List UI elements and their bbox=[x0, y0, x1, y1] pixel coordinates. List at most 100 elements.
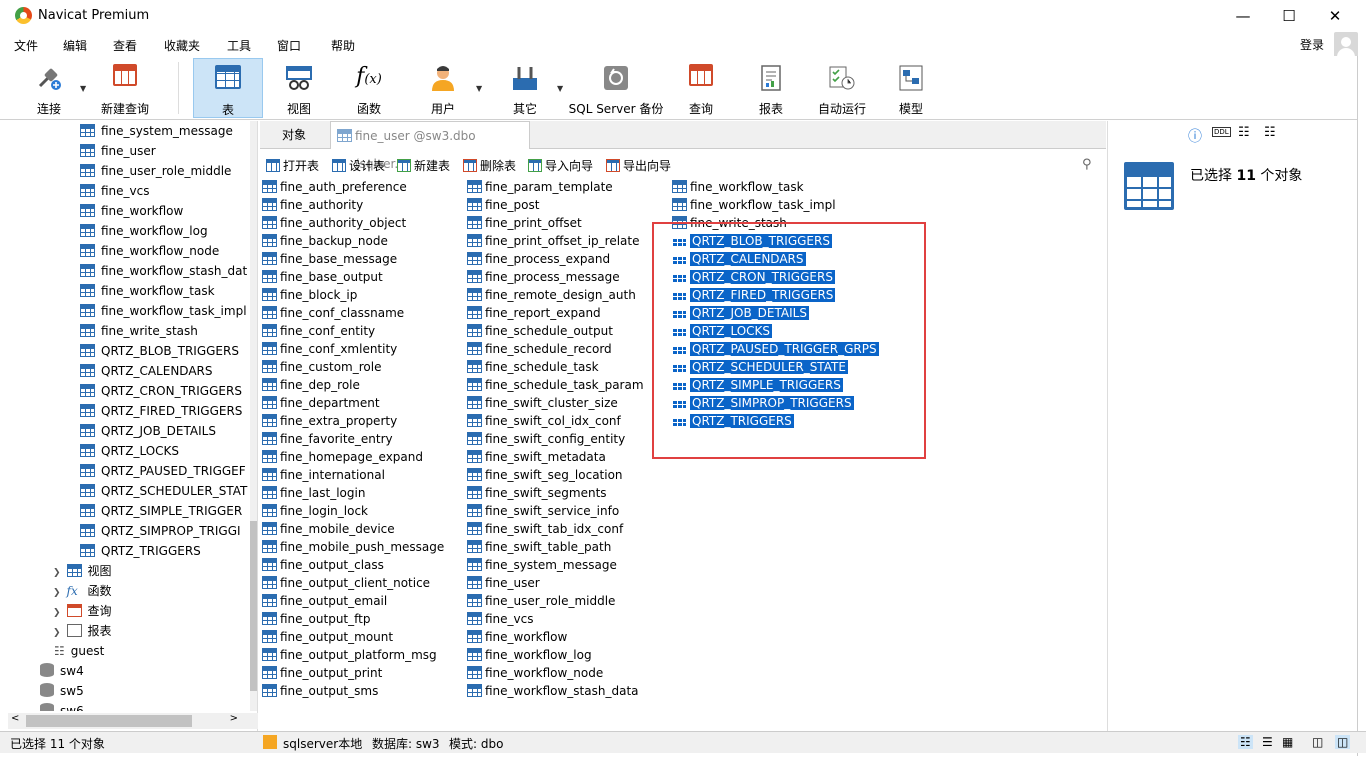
menu-window[interactable]: 窗口 bbox=[277, 37, 301, 54]
sql-server-backup-button[interactable]: SQL Server 备份 bbox=[568, 58, 664, 118]
table-item[interactable]: fine_param_template bbox=[467, 178, 613, 196]
table-item[interactable]: fine_swift_tab_idx_conf bbox=[467, 520, 623, 538]
tab-objects[interactable]: 对象 bbox=[270, 121, 318, 149]
table-item[interactable]: fine_authority bbox=[262, 196, 363, 214]
table-item[interactable]: fine_swift_table_path bbox=[467, 538, 611, 556]
table-item[interactable]: fine_system_message bbox=[467, 556, 617, 574]
tree-table-item[interactable]: fine_workflow_task_impl bbox=[80, 301, 247, 321]
table-item[interactable]: fine_output_sms bbox=[262, 682, 378, 700]
table-item[interactable]: fine_mobile_push_message bbox=[262, 538, 444, 556]
tree-db-sw4[interactable]: sw4 bbox=[40, 661, 84, 681]
table-item[interactable]: fine_conf_classname bbox=[262, 304, 404, 322]
chevron-right-icon[interactable]: ❯ bbox=[53, 588, 61, 598]
table-item[interactable]: fine_schedule_task_param bbox=[467, 376, 644, 394]
table-item[interactable]: fine_workflow_task bbox=[672, 178, 804, 196]
tree-table-item[interactable]: fine_vcs bbox=[80, 181, 150, 201]
scrollbar-thumb[interactable] bbox=[250, 521, 257, 691]
table-item[interactable]: fine_remote_design_auth bbox=[467, 286, 636, 304]
table-item[interactable]: fine_authority_object bbox=[262, 214, 406, 232]
login-link[interactable]: 登录 bbox=[1300, 36, 1324, 53]
table-item[interactable]: fine_output_print bbox=[262, 664, 382, 682]
connect-button[interactable]: 连接 bbox=[20, 58, 78, 118]
tree-table-item[interactable]: QRTZ_LOCKS bbox=[80, 441, 179, 461]
table-item[interactable]: fine_post bbox=[467, 196, 539, 214]
table-item[interactable]: fine_swift_config_entity bbox=[467, 430, 625, 448]
table-item[interactable]: fine_base_output bbox=[262, 268, 383, 286]
table-item[interactable]: fine_output_class bbox=[262, 556, 384, 574]
minimize-button[interactable]: — bbox=[1220, 0, 1266, 31]
table-item[interactable]: fine_dep_role bbox=[262, 376, 360, 394]
info-icon[interactable]: ⓘ bbox=[1188, 126, 1202, 146]
hide-panel-icon[interactable]: ◫ bbox=[1312, 735, 1323, 749]
table-item[interactable]: fine_extra_property bbox=[262, 412, 397, 430]
tree-table-item[interactable]: fine_write_stash bbox=[80, 321, 198, 341]
tree-table-item[interactable]: QRTZ_CALENDARS bbox=[80, 361, 213, 381]
tree-table-item[interactable]: QRTZ_PAUSED_TRIGGEF bbox=[80, 461, 246, 481]
report-button[interactable]: 报表 bbox=[742, 58, 800, 118]
new-query-button[interactable]: 新建查询 bbox=[96, 58, 154, 118]
table-item[interactable]: fine_swift_segments bbox=[467, 484, 607, 502]
table-item[interactable]: fine_schedule_record bbox=[467, 340, 612, 358]
open-table-button[interactable]: 打开表 bbox=[266, 157, 319, 174]
other-dropdown-icon[interactable]: ▼ bbox=[557, 84, 563, 93]
tree-table-item[interactable]: QRTZ_JOB_DETAILS bbox=[80, 421, 216, 441]
tree-table-item[interactable]: QRTZ_FIRED_TRIGGERS bbox=[80, 401, 242, 421]
tree-table-item[interactable]: QRTZ_TRIGGERS bbox=[80, 541, 201, 561]
connect-dropdown-icon[interactable]: ▼ bbox=[80, 84, 86, 93]
table-item[interactable]: fine_backup_node bbox=[262, 232, 388, 250]
tree-table-item[interactable]: QRTZ_BLOB_TRIGGERS bbox=[80, 341, 239, 361]
tree-vertical-scrollbar[interactable] bbox=[250, 121, 257, 711]
tree-table-item[interactable]: fine_user_role_middle bbox=[80, 161, 231, 181]
er-diagram-icon[interactable]: ☷ bbox=[1238, 125, 1250, 140]
tab-fine-user[interactable]: fine_user @sw3.dbo (sqlser... bbox=[330, 121, 530, 171]
table-item[interactable]: fine_workflow bbox=[467, 628, 567, 646]
tree-table-item[interactable]: QRTZ_CRON_TRIGGERS bbox=[80, 381, 242, 401]
tree-table-item[interactable]: fine_user bbox=[80, 141, 156, 161]
list-view-icon[interactable]: ☷ bbox=[1238, 735, 1253, 749]
table-item[interactable]: fine_department bbox=[262, 394, 380, 412]
delete-table-button[interactable]: 删除表 bbox=[463, 157, 516, 174]
automation-button[interactable]: 自动运行 bbox=[812, 58, 872, 118]
table-item[interactable]: fine_user bbox=[467, 574, 540, 592]
table-item[interactable]: fine_international bbox=[262, 466, 385, 484]
table-item[interactable]: fine_last_login bbox=[262, 484, 365, 502]
scrollbar-thumb[interactable] bbox=[26, 715, 192, 727]
chevron-right-icon[interactable]: ❯ bbox=[53, 628, 61, 638]
table-item[interactable]: fine_conf_entity bbox=[262, 322, 375, 340]
search-icon[interactable]: ⚲ bbox=[1082, 157, 1092, 172]
table-item[interactable]: fine_swift_metadata bbox=[467, 448, 606, 466]
tree-db-sw5[interactable]: sw5 bbox=[40, 681, 84, 701]
table-item[interactable]: fine_swift_cluster_size bbox=[467, 394, 618, 412]
table-item[interactable]: fine_process_message bbox=[467, 268, 620, 286]
tree-schema-guest[interactable]: ☷ guest bbox=[54, 641, 104, 661]
tree-group-reports[interactable]: ❯ 报表 bbox=[53, 621, 112, 641]
menu-tools[interactable]: 工具 bbox=[227, 37, 251, 54]
menu-help[interactable]: 帮助 bbox=[331, 37, 355, 54]
user-button[interactable]: 用户 bbox=[414, 58, 472, 118]
tree-table-item[interactable]: fine_workflow_node bbox=[80, 241, 219, 261]
table-item[interactable]: fine_vcs bbox=[467, 610, 534, 628]
ddl-icon[interactable]: DDL bbox=[1212, 127, 1231, 137]
table-item[interactable]: fine_auth_preference bbox=[262, 178, 407, 196]
tree-table-item[interactable]: QRTZ_SIMPROP_TRIGGI bbox=[80, 521, 241, 541]
export-wizard-button[interactable]: 导出向导 bbox=[606, 157, 671, 174]
table-item[interactable]: fine_workflow_task_impl bbox=[672, 196, 836, 214]
table-item[interactable]: fine_custom_role bbox=[262, 358, 381, 376]
menu-view[interactable]: 查看 bbox=[113, 37, 137, 54]
table-item[interactable]: fine_favorite_entry bbox=[262, 430, 393, 448]
table-item[interactable]: fine_output_platform_msg bbox=[262, 646, 437, 664]
table-item[interactable]: fine_output_email bbox=[262, 592, 387, 610]
tree-table-item[interactable]: fine_workflow_stash_dat bbox=[80, 261, 247, 281]
table-item[interactable]: fine_schedule_output bbox=[467, 322, 613, 340]
menu-favorites[interactable]: 收藏夹 bbox=[164, 37, 200, 54]
tree-table-item[interactable]: fine_system_message bbox=[80, 121, 233, 141]
table-item[interactable]: fine_print_offset_ip_relate bbox=[467, 232, 639, 250]
table-item[interactable]: fine_schedule_task bbox=[467, 358, 599, 376]
table-item[interactable]: fine_workflow_log bbox=[467, 646, 592, 664]
table-item[interactable]: fine_homepage_expand bbox=[262, 448, 423, 466]
show-panel-icon[interactable]: ◫ bbox=[1335, 735, 1351, 749]
table-item[interactable]: fine_process_expand bbox=[467, 250, 610, 268]
function-button[interactable]: f(x) 函数 bbox=[340, 58, 398, 118]
tree-group-queries[interactable]: ❯ 查询 bbox=[53, 601, 112, 621]
table-button[interactable]: 表 bbox=[193, 58, 263, 118]
